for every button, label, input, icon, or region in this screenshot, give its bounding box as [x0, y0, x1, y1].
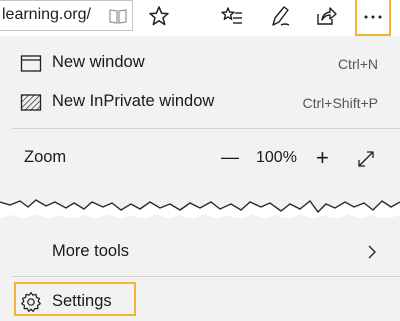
new-window-icon: [20, 55, 42, 72]
pen-icon[interactable]: [268, 4, 292, 28]
share-icon[interactable]: [314, 4, 338, 28]
menu-divider: [12, 276, 400, 277]
reading-view-icon[interactable]: [109, 7, 127, 25]
more-actions-icon: [364, 15, 382, 19]
menu-item-new-window[interactable]: New window Ctrl+N: [0, 45, 400, 83]
chevron-right-icon: [368, 245, 376, 259]
menu-item-new-inprivate-window[interactable]: New InPrivate window Ctrl+Shift+P: [0, 84, 400, 122]
new-inprivate-window-shortcut: Ctrl+Shift+P: [302, 95, 378, 111]
menu-item-zoom: Zoom — 100% +: [0, 139, 400, 177]
address-text[interactable]: learning.org/: [2, 6, 91, 24]
more-actions-menu: New window Ctrl+N New InPrivate window C…: [0, 36, 400, 321]
new-inprivate-window-label: New InPrivate window: [52, 92, 215, 110]
browser-toolbar: learning.org/: [0, 0, 400, 36]
fullscreen-icon[interactable]: [357, 150, 375, 168]
menu-divider: [12, 128, 400, 129]
new-window-label: New window: [52, 53, 145, 71]
favorites-list-icon[interactable]: [220, 4, 244, 28]
inprivate-window-icon: [20, 94, 42, 111]
new-window-shortcut: Ctrl+N: [337, 56, 378, 72]
torn-edge-graphic: [0, 188, 400, 226]
zoom-in-button[interactable]: +: [316, 145, 329, 171]
favorite-star-icon[interactable]: [147, 4, 171, 28]
more-actions-button[interactable]: [355, 0, 391, 36]
menu-item-more-tools[interactable]: More tools: [0, 232, 400, 270]
zoom-level-value: 100%: [256, 149, 297, 166]
address-bar[interactable]: learning.org/: [0, 0, 133, 31]
settings-highlight-box: [14, 282, 136, 316]
zoom-label: Zoom: [24, 148, 67, 166]
zoom-out-button[interactable]: —: [221, 147, 239, 168]
more-tools-label: More tools: [52, 242, 130, 260]
